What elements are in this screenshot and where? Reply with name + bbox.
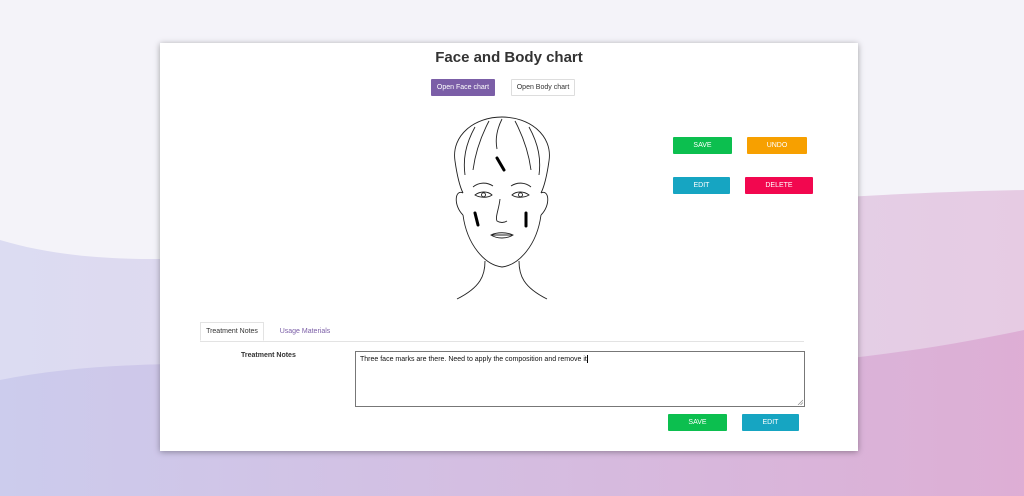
text-caret <box>586 355 588 363</box>
face-chart-canvas[interactable] <box>445 115 559 305</box>
edit-chart-button[interactable]: EDIT <box>673 177 730 194</box>
open-face-chart-button[interactable]: Open Face chart <box>431 79 495 96</box>
tab-usage-materials[interactable]: Usage Materials <box>270 322 340 341</box>
chart-card: Face and Body chart Open Face chart Open… <box>160 43 858 451</box>
delete-button[interactable]: DELETE <box>745 177 813 194</box>
undo-button[interactable]: UNDO <box>747 137 807 154</box>
treatment-notes-textarea[interactable]: Three face marks are there. Need to appl… <box>355 351 805 407</box>
save-chart-button[interactable]: SAVE <box>673 137 732 154</box>
tab-treatment-notes[interactable]: Treatment Notes <box>200 322 264 341</box>
edit-notes-button[interactable]: EDIT <box>742 414 799 431</box>
treatment-notes-label: Treatment Notes <box>241 352 296 359</box>
page-title: Face and Body chart <box>435 49 583 66</box>
resize-handle-icon[interactable] <box>797 399 803 405</box>
face-outline <box>454 116 550 300</box>
open-body-chart-button[interactable]: Open Body chart <box>511 79 575 96</box>
notes-tabs: Treatment Notes Usage Materials <box>200 322 804 342</box>
treatment-notes-text: Three face marks are there. Need to appl… <box>360 355 587 363</box>
save-notes-button[interactable]: SAVE <box>668 414 727 431</box>
